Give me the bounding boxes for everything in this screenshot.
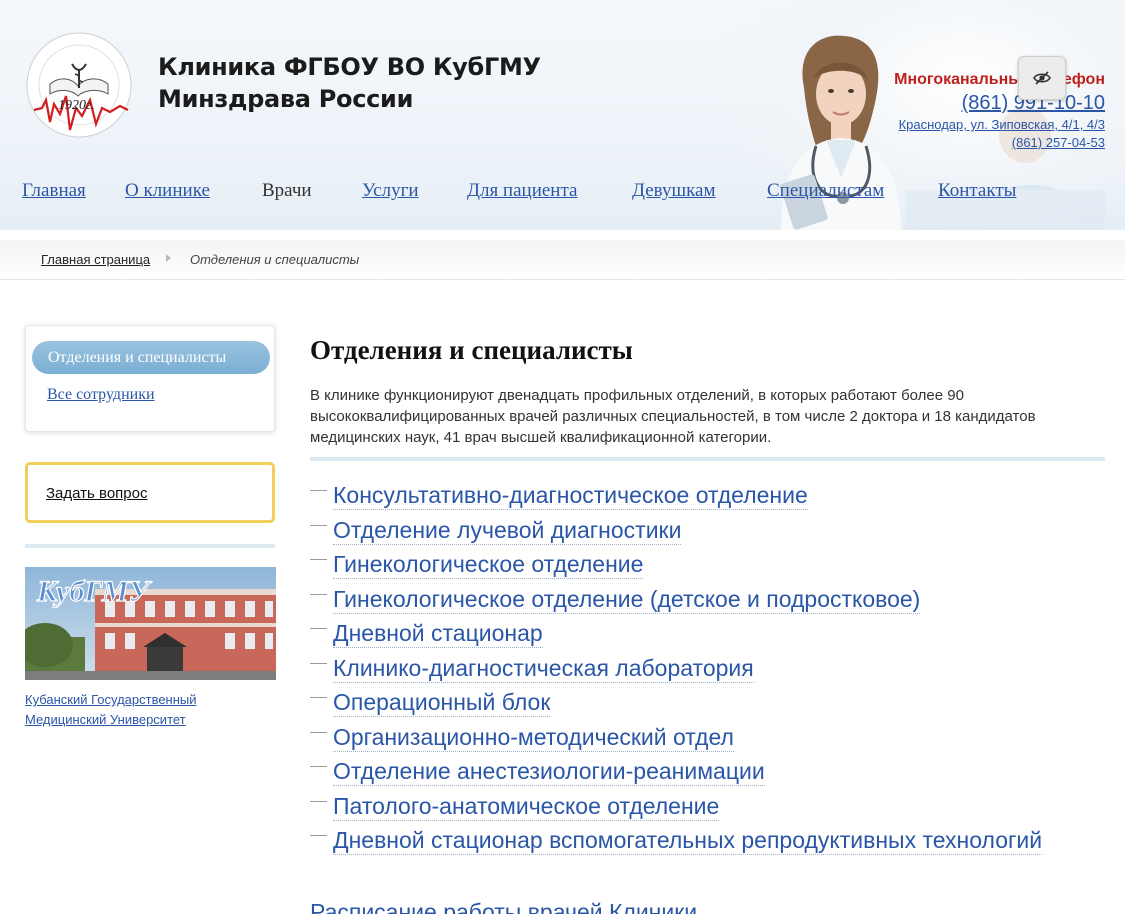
dash-bullet: [310, 800, 327, 802]
header-contacts: Многоканальный телефон (861) 991-10-10 К…: [894, 70, 1105, 152]
sidebar-item-departments[interactable]: Отделения и специалисты: [32, 341, 270, 374]
list-item: Гинекологическое отделение (детское и по…: [310, 583, 1105, 618]
dash-bullet: [310, 593, 327, 595]
university-banner-image[interactable]: КубГМУ: [25, 567, 276, 680]
department-link[interactable]: Клинико-диагностическая лаборатория: [333, 654, 754, 683]
sidebar-menu: Отделения и специалисты Все сотрудники: [25, 325, 275, 432]
list-item: Операционный блок: [310, 686, 1105, 721]
clinic-logo: [26, 32, 132, 138]
secondary-phone-link[interactable]: (861) 257-04-53: [894, 134, 1105, 152]
department-link[interactable]: Консультативно-диагностическое отделение: [333, 481, 808, 510]
accessibility-toggle-button[interactable]: [1018, 56, 1066, 100]
nav-item-doctors[interactable]: Врачи: [262, 178, 312, 204]
department-link[interactable]: Отделение анестезиологии-реанимации: [333, 757, 765, 786]
site-title: Клиника ФГБОУ ВО КубГМУ Минздрава России: [158, 51, 541, 115]
list-item: Организационно-методический отдел: [310, 721, 1105, 756]
department-link[interactable]: Дневной стационар: [333, 619, 543, 648]
university-building-picture: КубГМУ: [25, 567, 276, 680]
list-item: Патолого-анатомическое отделение: [310, 790, 1105, 825]
dash-bullet: [310, 524, 327, 526]
eye-slash-icon: [1033, 71, 1051, 85]
university-caption-line1: Кубанский Государственный: [25, 692, 197, 707]
list-item: Отделение анестезиологии-реанимации: [310, 755, 1105, 790]
phone-label: Многоканальный телефон: [894, 71, 1105, 88]
breadcrumb: Главная страница Отделения и специалисты: [0, 240, 1125, 280]
dash-bullet: [310, 766, 327, 767]
list-item: Консультативно-диагностическое отделение: [310, 479, 1105, 514]
department-link[interactable]: Операционный блок: [333, 688, 551, 717]
breadcrumb-home-link[interactable]: Главная страница: [41, 252, 150, 267]
nav-item-contacts[interactable]: Контакты: [938, 178, 1016, 204]
department-link[interactable]: Гинекологическое отделение (детское и по…: [333, 585, 921, 614]
nav-item-services[interactable]: Услуги: [362, 178, 419, 204]
logo-year: 1920г.: [58, 98, 95, 113]
university-caption-line2: Медицинский Университет: [25, 712, 186, 727]
nav-item-about[interactable]: О клинике: [125, 178, 210, 204]
dash-bullet: [310, 835, 327, 836]
list-item: Гинекологическое отделение: [310, 548, 1105, 583]
departments-list: Консультативно-диагностическое отделение…: [310, 479, 1105, 859]
site-title-line2: Минздрава России: [158, 85, 414, 113]
dash-bullet: [310, 490, 327, 491]
department-link[interactable]: Патолого-анатомическое отделение: [333, 792, 720, 821]
ask-question-link[interactable]: Задать вопрос: [46, 485, 147, 502]
nav-item-patients[interactable]: Для пациента: [467, 178, 577, 204]
breadcrumb-current: Отделения и специалисты: [190, 252, 360, 267]
address-link[interactable]: Краснодар, ул. Зиповская, 4/1, 4/3: [894, 116, 1105, 134]
triangle-right-icon: [166, 254, 171, 262]
list-item: Дневной стационар вспомогательных репрод…: [310, 824, 1105, 859]
dash-bullet: [310, 628, 327, 629]
site-title-line1: Клиника ФГБОУ ВО КубГМУ: [158, 53, 541, 81]
nav-item-women[interactable]: Девушкам: [632, 178, 715, 204]
department-link[interactable]: Отделение лучевой диагностики: [333, 516, 682, 545]
schedule-link[interactable]: Расписание работы врачей Клиники: [310, 898, 697, 914]
nav-item-home[interactable]: Главная: [22, 178, 86, 204]
list-item: Отделение лучевой диагностики: [310, 514, 1105, 549]
dash-bullet: [310, 662, 327, 664]
dash-bullet: [310, 731, 327, 733]
dash-bullet: [310, 559, 327, 560]
nav-item-specialists[interactable]: Специалистам: [767, 178, 884, 204]
main-phone-link[interactable]: (861) 991-10-10: [894, 90, 1105, 116]
dash-bullet: [310, 697, 327, 698]
department-link[interactable]: Организационно-методический отдел: [333, 723, 734, 752]
list-item: Дневной стационар: [310, 617, 1105, 652]
site-header: 1920г. Клиника ФГБОУ ВО КубГМУ Минздрава…: [0, 0, 1125, 230]
content-divider: [310, 457, 1105, 461]
sidebar-divider: [25, 544, 275, 548]
page-title: Отделения и специалисты: [310, 335, 633, 365]
department-link[interactable]: Гинекологическое отделение: [333, 550, 644, 579]
university-link[interactable]: Кубанский Государственный Медицинский Ун…: [25, 690, 285, 730]
department-link[interactable]: Дневной стационар вспомогательных репрод…: [333, 826, 1043, 855]
sidebar-item-all-staff[interactable]: Все сотрудники: [47, 386, 155, 404]
banner-text: КубГМУ: [36, 575, 152, 608]
ask-question-box: Задать вопрос: [25, 462, 275, 523]
list-item: Клинико-диагностическая лаборатория: [310, 652, 1105, 687]
intro-text: В клинике функционируют двенадцать профи…: [310, 387, 1036, 446]
